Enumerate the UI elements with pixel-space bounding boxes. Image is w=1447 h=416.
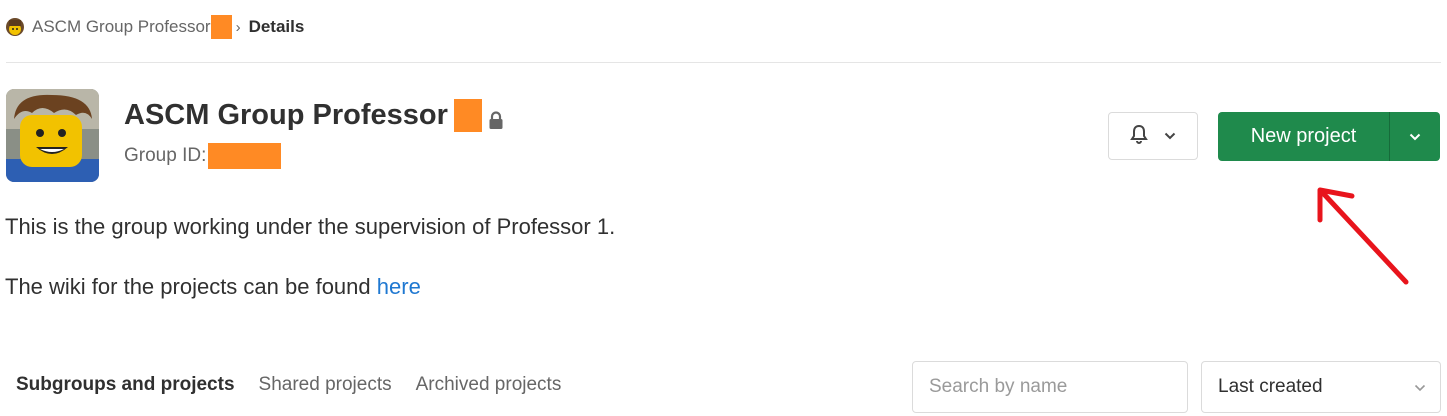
group-tabs: Subgroups and projects Shared projects A… — [16, 374, 561, 396]
search-input[interactable] — [912, 361, 1188, 413]
redaction-box — [210, 15, 232, 39]
annotation-arrow — [1300, 178, 1420, 293]
sort-selected-label: Last created — [1218, 376, 1323, 397]
group-name: ASCM Group Professor — [124, 99, 448, 131]
tab-subgroups-and-projects[interactable]: Subgroups and projects — [16, 374, 235, 396]
group-wiki-line: The wiki for the projects can be found h… — [5, 274, 421, 300]
tab-shared-projects[interactable]: Shared projects — [259, 374, 392, 396]
breadcrumb: ASCM Group Professor › Details — [6, 14, 304, 40]
group-avatar-small[interactable] — [6, 18, 24, 36]
group-id: Group ID: — [124, 143, 282, 169]
new-project-dropdown-toggle[interactable] — [1389, 112, 1440, 161]
breadcrumb-current: Details — [248, 17, 305, 36]
group-description: This is the group working under the supe… — [5, 214, 616, 239]
chevron-down-icon — [1164, 127, 1176, 145]
sort-dropdown[interactable]: Last created — [1201, 361, 1441, 413]
group-id-label: Group ID: — [124, 145, 207, 166]
new-project-split-button: New project — [1218, 112, 1440, 161]
redaction-box — [208, 143, 282, 169]
wiki-line-text: The wiki for the projects can be found — [5, 274, 377, 299]
bell-icon — [1130, 124, 1148, 149]
new-project-button[interactable]: New project — [1218, 112, 1389, 161]
group-avatar — [6, 89, 99, 182]
group-title: ASCM Group Professor — [124, 99, 504, 132]
tab-archived-projects[interactable]: Archived projects — [416, 374, 562, 396]
redaction-box — [453, 99, 482, 132]
breadcrumb-separator: › — [235, 18, 241, 36]
divider — [6, 62, 1441, 63]
breadcrumb-group-link[interactable]: ASCM Group Professor — [32, 17, 211, 37]
chevron-down-icon — [1409, 128, 1421, 146]
notifications-dropdown[interactable] — [1108, 112, 1198, 160]
lock-icon — [488, 106, 504, 129]
chevron-down-icon — [1414, 376, 1426, 398]
wiki-link[interactable]: here — [377, 274, 421, 299]
